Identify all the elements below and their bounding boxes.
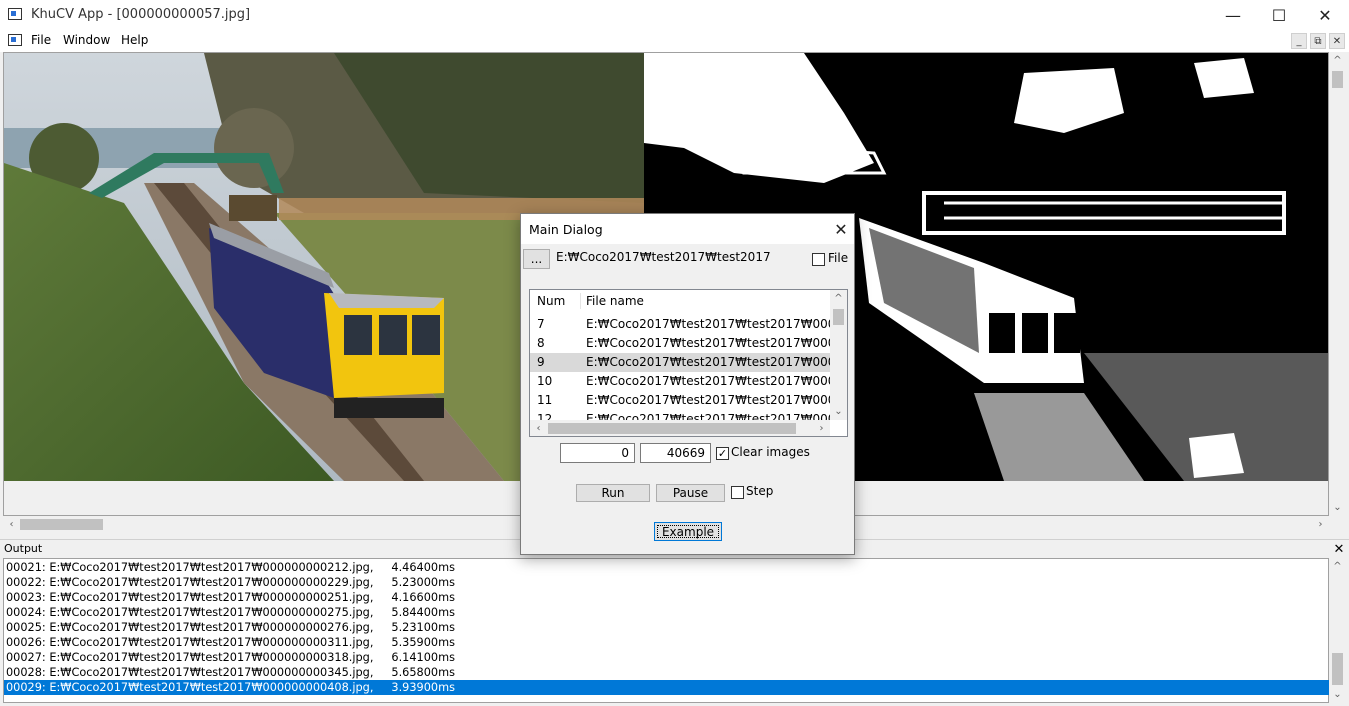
- pause-button[interactable]: Pause: [656, 484, 725, 502]
- list-hscroll-thumb[interactable]: [548, 423, 796, 434]
- maximize-button[interactable]: ☐: [1256, 0, 1302, 31]
- log-line[interactable]: 00026: E:₩Coco2017₩test2017₩test2017₩000…: [4, 635, 1330, 650]
- file-checkbox-label: File: [828, 251, 849, 265]
- output-log[interactable]: 00021: E:₩Coco2017₩test2017₩test2017₩000…: [3, 558, 1330, 703]
- scroll-down-arrow-icon[interactable]: ⌄: [1329, 499, 1346, 516]
- view-hscroll-thumb[interactable]: [20, 519, 103, 530]
- main-dialog: Main Dialog ✕ ... E:₩Coco2017₩test2017₩t…: [520, 213, 855, 555]
- log-line-selected[interactable]: 00029: E:₩Coco2017₩test2017₩test2017₩000…: [4, 680, 1330, 695]
- list-item-file: E:₩Coco2017₩test2017₩test2017₩00000000: [586, 412, 830, 420]
- view-vertical-scrollbar[interactable]: ^ ⌄: [1329, 52, 1346, 516]
- scroll-right-arrow-icon[interactable]: ›: [1312, 516, 1329, 533]
- list-item-num: 11: [537, 393, 553, 407]
- document-icon[interactable]: [8, 34, 22, 46]
- step-label: Step: [746, 484, 774, 498]
- list-item[interactable]: 12 E:₩Coco2017₩test2017₩test2017₩0000000…: [530, 410, 830, 420]
- list-item-num: 10: [537, 374, 553, 388]
- close-window-button[interactable]: ✕: [1302, 0, 1348, 31]
- mdi-close-button[interactable]: ✕: [1329, 33, 1345, 49]
- browse-button[interactable]: ...: [523, 249, 550, 269]
- list-item-selected[interactable]: 9 E:₩Coco2017₩test2017₩test2017₩00000000: [530, 353, 830, 372]
- menu-window[interactable]: Window: [63, 33, 110, 47]
- file-checkbox[interactable]: [812, 253, 825, 266]
- scroll-left-arrow-icon[interactable]: ‹: [530, 420, 547, 436]
- app-icon: [8, 8, 22, 20]
- dialog-close-icon[interactable]: ✕: [831, 219, 851, 239]
- scroll-up-arrow-icon[interactable]: ^: [1329, 558, 1346, 575]
- output-title: Output: [4, 542, 43, 555]
- list-item-num: 7: [537, 317, 545, 331]
- log-line[interactable]: 00021: E:₩Coco2017₩test2017₩test2017₩000…: [4, 560, 1330, 575]
- scroll-left-arrow-icon[interactable]: ‹: [3, 516, 20, 533]
- clear-images-label: Clear images: [731, 445, 810, 459]
- scroll-down-arrow-icon[interactable]: ⌄: [830, 403, 847, 420]
- list-item-file: E:₩Coco2017₩test2017₩test2017₩00000000: [586, 374, 830, 388]
- list-vscroll-thumb[interactable]: [833, 309, 844, 325]
- scroll-up-arrow-icon[interactable]: ^: [830, 290, 847, 307]
- clear-images-checkbox[interactable]: ✓: [716, 447, 729, 460]
- output-close-icon[interactable]: ✕: [1331, 540, 1347, 558]
- log-line[interactable]: 00023: E:₩Coco2017₩test2017₩test2017₩000…: [4, 590, 1330, 605]
- output-vscroll-thumb[interactable]: [1332, 653, 1343, 685]
- run-button[interactable]: Run: [576, 484, 650, 502]
- list-item[interactable]: 8 E:₩Coco2017₩test2017₩test2017₩00000000: [530, 334, 830, 353]
- column-header-file[interactable]: File name: [586, 290, 644, 312]
- list-item-num: 8: [537, 336, 545, 350]
- path-label: E:₩Coco2017₩test2017₩test2017: [556, 250, 771, 264]
- list-item[interactable]: 10 E:₩Coco2017₩test2017₩test2017₩0000000…: [530, 372, 830, 391]
- menu-bar: File Window Help _ ⧉ ✕: [0, 31, 1349, 52]
- range-start-input[interactable]: 0: [560, 443, 635, 463]
- scroll-right-arrow-icon[interactable]: ›: [813, 420, 830, 436]
- log-line[interactable]: 00022: E:₩Coco2017₩test2017₩test2017₩000…: [4, 575, 1330, 590]
- list-item-num: 12: [537, 412, 553, 420]
- list-item-file: E:₩Coco2017₩test2017₩test2017₩00000000: [586, 393, 830, 407]
- list-item[interactable]: 7 E:₩Coco2017₩test2017₩test2017₩00000000: [530, 315, 830, 334]
- title-bar: KhuCV App - [000000000057.jpg] — ☐ ✕: [0, 0, 1349, 31]
- list-vertical-scrollbar[interactable]: ^ ⌄: [830, 290, 847, 420]
- example-button[interactable]: Example: [654, 522, 722, 541]
- menu-help[interactable]: Help: [121, 33, 148, 47]
- list-item[interactable]: 11 E:₩Coco2017₩test2017₩test2017₩0000000…: [530, 391, 830, 410]
- file-list[interactable]: Num File name 7 E:₩Coco2017₩test2017₩tes…: [529, 289, 848, 437]
- log-line[interactable]: 00025: E:₩Coco2017₩test2017₩test2017₩000…: [4, 620, 1330, 635]
- minimize-button[interactable]: —: [1210, 0, 1256, 31]
- dialog-title: Main Dialog: [529, 222, 603, 237]
- list-item-file: E:₩Coco2017₩test2017₩test2017₩00000000: [586, 355, 830, 369]
- scroll-down-arrow-icon[interactable]: ⌄: [1329, 686, 1346, 703]
- column-header-num[interactable]: Num: [537, 290, 565, 312]
- mdi-minimize-button[interactable]: _: [1291, 33, 1307, 49]
- range-end-input[interactable]: 40669: [640, 443, 711, 463]
- scroll-up-arrow-icon[interactable]: ^: [1329, 52, 1346, 69]
- window-title: KhuCV App - [000000000057.jpg]: [31, 7, 251, 22]
- step-checkbox[interactable]: [731, 486, 744, 499]
- output-vertical-scrollbar[interactable]: ^ ⌄: [1329, 558, 1346, 703]
- log-line[interactable]: 00028: E:₩Coco2017₩test2017₩test2017₩000…: [4, 665, 1330, 680]
- mdi-restore-button[interactable]: ⧉: [1310, 33, 1326, 49]
- log-line[interactable]: 00024: E:₩Coco2017₩test2017₩test2017₩000…: [4, 605, 1330, 620]
- log-line[interactable]: 00027: E:₩Coco2017₩test2017₩test2017₩000…: [4, 650, 1330, 665]
- view-vscroll-thumb[interactable]: [1332, 71, 1343, 88]
- list-item-file: E:₩Coco2017₩test2017₩test2017₩00000000: [586, 336, 830, 350]
- list-item-file: E:₩Coco2017₩test2017₩test2017₩00000000: [586, 317, 830, 331]
- list-horizontal-scrollbar[interactable]: ‹ ›: [530, 420, 830, 436]
- column-divider: [580, 293, 581, 309]
- list-item-num: 9: [537, 355, 545, 369]
- menu-file[interactable]: File: [31, 33, 51, 47]
